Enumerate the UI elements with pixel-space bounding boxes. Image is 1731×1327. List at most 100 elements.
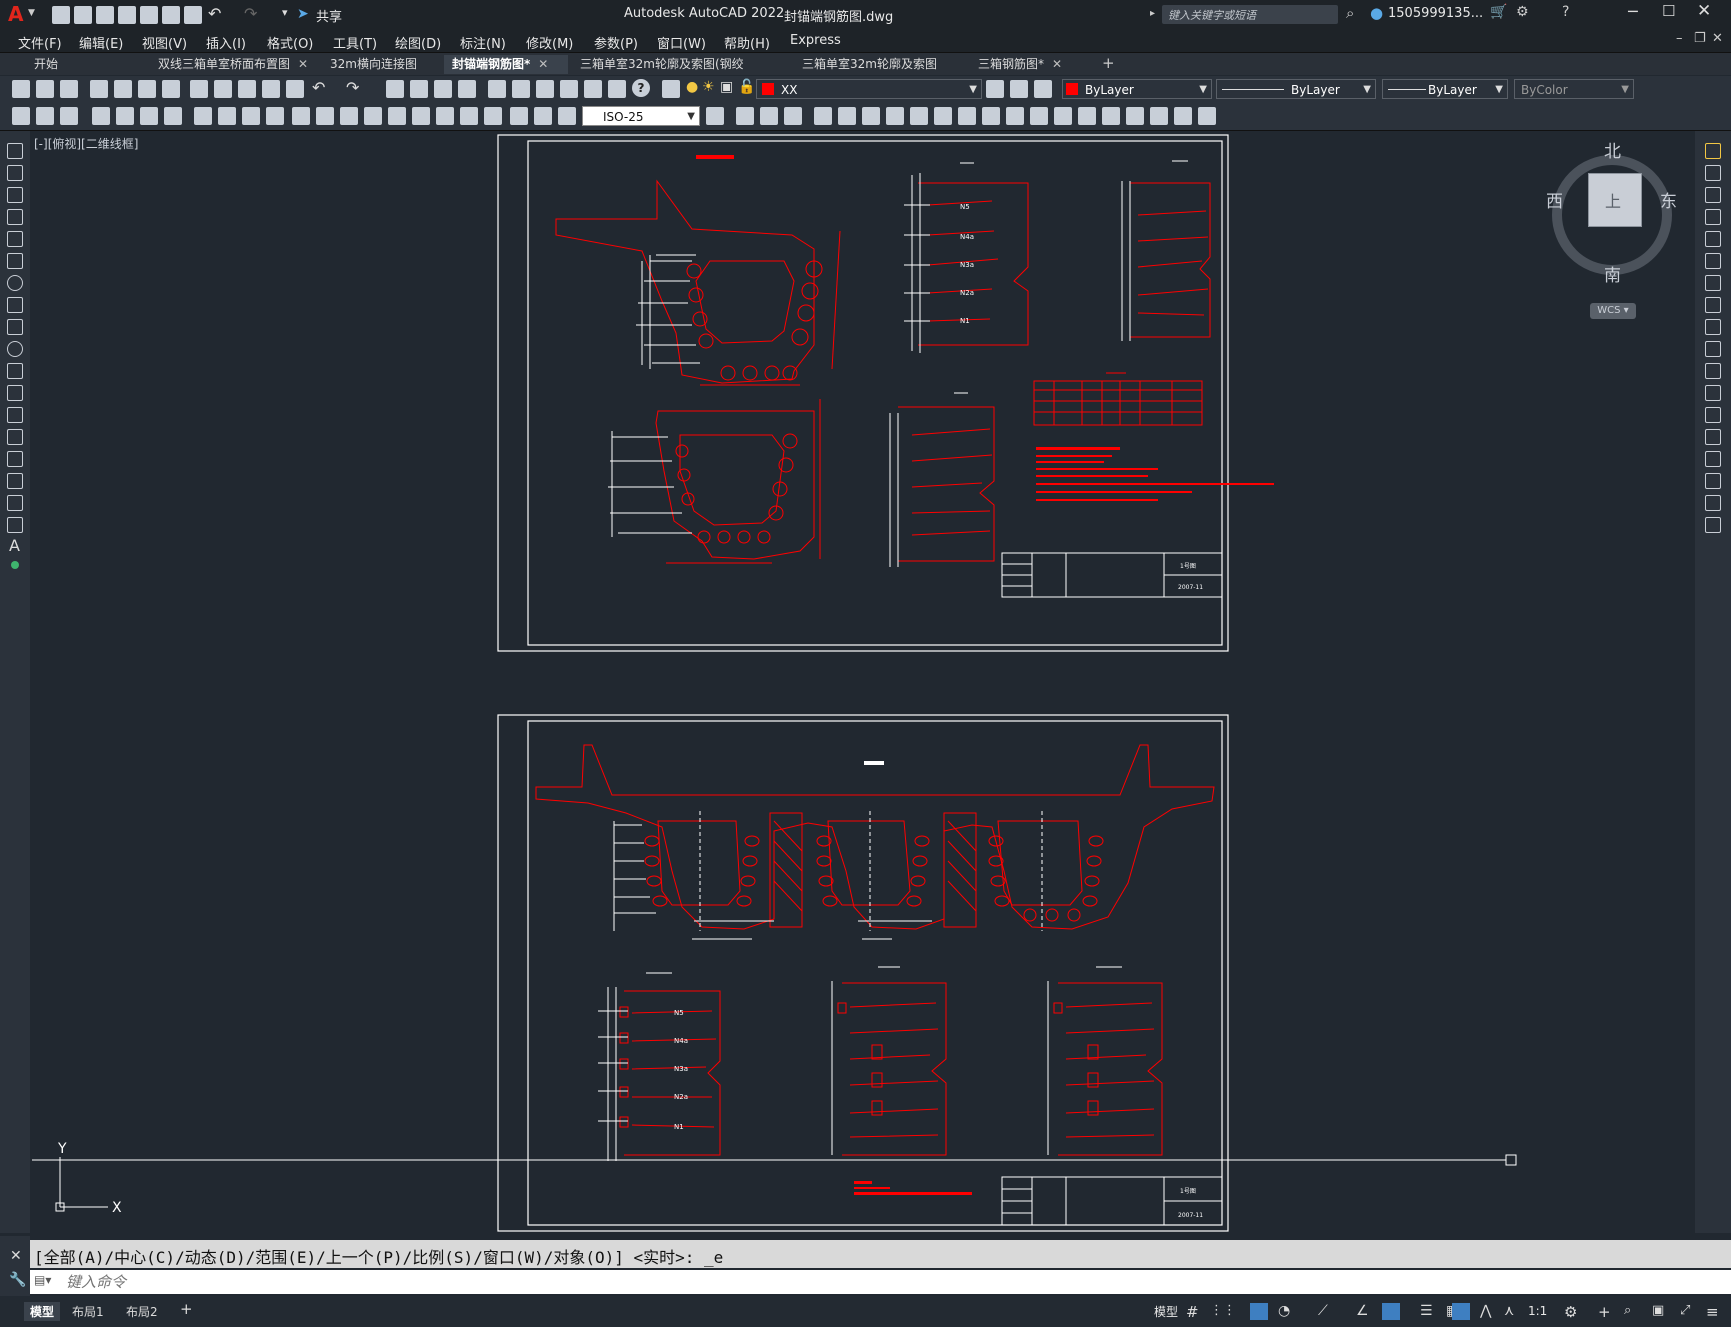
tab-outline-strand[interactable]: 三箱单室32m轮廓及索图(钢绞线)*✕ [572, 55, 790, 90]
isolate-objects-icon[interactable]: ▣ [1652, 1303, 1670, 1320]
layer-thaw-icon[interactable]: ☀ [702, 79, 715, 95]
offset-obj-icon[interactable] [784, 107, 802, 125]
drawing-canvas[interactable]: N4a N3a N2a N1 N5 1号图 2007-11 N5 N4a N3a… [32, 131, 1693, 1233]
edit-spline-icon[interactable] [1198, 107, 1216, 125]
array-right-icon[interactable] [1705, 231, 1721, 247]
break-point-icon[interactable] [1705, 385, 1721, 401]
revcloud-icon[interactable] [7, 297, 23, 313]
save-as-icon[interactable] [118, 6, 136, 24]
object-snap-tracking-icon[interactable]: ∠ [1356, 1303, 1374, 1320]
zoom-previous-icon[interactable] [458, 80, 476, 98]
menu-view[interactable]: 视图(V) [142, 33, 187, 52]
tab-close-icon[interactable]: ✕ [538, 57, 548, 71]
copy-obj-icon[interactable] [736, 107, 754, 125]
menu-draw[interactable]: 绘图(D) [395, 33, 441, 52]
ellipse-arc-icon[interactable] [7, 363, 23, 379]
radius-dim-icon[interactable] [194, 107, 212, 125]
make-current-layer-icon[interactable] [986, 80, 1004, 98]
viewcube-east[interactable]: 东 [1660, 187, 1677, 212]
search-expand-icon[interactable]: ▸ [1150, 8, 1155, 19]
annotation-scale-icon[interactable]: ⋏ [1504, 1303, 1522, 1320]
dim-break-icon[interactable] [388, 107, 406, 125]
command-line[interactable]: ▤▾ [30, 1270, 1731, 1294]
polar-icon[interactable]: ◔ [1278, 1303, 1296, 1320]
jogged-dim-icon[interactable] [218, 107, 236, 125]
move-right-icon[interactable] [1705, 253, 1721, 269]
tab-close-icon[interactable]: ✕ [298, 57, 308, 71]
extend-icon[interactable] [958, 107, 976, 125]
polyline-icon[interactable] [7, 187, 23, 203]
plot-toolbar-icon[interactable] [90, 80, 108, 98]
customization-icon[interactable]: ≡ [1706, 1303, 1724, 1321]
layer-lock-icon[interactable]: 🔓 [738, 79, 755, 95]
undo-toolbar-icon[interactable]: ↶ [312, 78, 325, 97]
customize-qat-icon[interactable]: ▾ [282, 6, 288, 19]
edit-polyline-icon[interactable] [1174, 107, 1192, 125]
tab-transverse-connection[interactable]: 32m横向连接图✕ [322, 55, 440, 90]
continue-dim-icon[interactable] [340, 107, 358, 125]
grip-box[interactable] [1505, 1154, 1517, 1166]
layer-dropdown[interactable]: XX ▼ [756, 79, 982, 99]
doc-restore-icon[interactable]: ❐ [1694, 31, 1706, 46]
clean-screen-icon[interactable]: ⤢ [1680, 1303, 1698, 1320]
zoom-realtime-icon[interactable] [410, 80, 428, 98]
design-center-icon[interactable] [512, 80, 530, 98]
layout-tab-model[interactable]: 模型 [24, 1302, 61, 1321]
layout-tab-layout2[interactable]: 布局2 [126, 1303, 158, 1320]
add-layout-icon[interactable]: + [180, 1300, 193, 1318]
line-icon[interactable] [7, 143, 23, 159]
minimize-icon[interactable]: ─ [1628, 2, 1638, 21]
workspace-gear-icon[interactable]: ⚙ [1564, 1303, 1582, 1321]
menu-window[interactable]: 窗口(W) [657, 33, 706, 52]
add-selected-icon[interactable] [11, 561, 19, 569]
ellipse-icon[interactable] [7, 341, 23, 357]
aligned-dim-icon[interactable] [116, 107, 134, 125]
trim-right-icon[interactable] [1705, 341, 1721, 357]
doc-close-icon[interactable]: ✕ [1712, 31, 1723, 46]
publish-icon[interactable] [138, 80, 156, 98]
explode-icon[interactable] [1102, 107, 1120, 125]
viewcube-south[interactable]: 南 [1604, 261, 1621, 286]
open-file-icon[interactable] [74, 6, 92, 24]
match-properties-icon[interactable] [262, 80, 280, 98]
chamfer-icon[interactable] [1030, 107, 1048, 125]
annotation-monitor-icon[interactable]: + [1598, 1303, 1616, 1321]
blend-icon[interactable] [1078, 107, 1096, 125]
menu-dimension[interactable]: 标注(N) [460, 33, 506, 52]
doc-minimize-icon[interactable]: – [1676, 31, 1683, 46]
rotate-icon[interactable] [862, 107, 880, 125]
menu-help[interactable]: 帮助(H) [724, 33, 770, 52]
object-snap-icon[interactable] [1382, 1303, 1400, 1320]
properties-icon[interactable] [488, 80, 506, 98]
menu-file[interactable]: 文件(F) [18, 33, 62, 52]
ordinate-dim-icon[interactable] [164, 107, 182, 125]
new-tab-icon[interactable]: + [1102, 54, 1115, 72]
zoom-window-icon[interactable] [434, 80, 452, 98]
annotation-scale-value[interactable]: 1:1 [1528, 1304, 1547, 1318]
scale-icon[interactable] [886, 107, 904, 125]
mirror-right-icon[interactable] [1705, 187, 1721, 203]
annotation-autoscale-icon[interactable]: ⋀ [1480, 1303, 1498, 1320]
tool-palettes-icon[interactable] [536, 80, 554, 98]
share-icon[interactable]: ➤ [297, 6, 309, 22]
dim-edit-icon[interactable] [510, 107, 528, 125]
rotate-right-icon[interactable] [1705, 275, 1721, 291]
model-space-button[interactable]: 模型 [1154, 1303, 1178, 1320]
viewcube-north[interactable]: 北 [1604, 137, 1621, 162]
redo-icon[interactable]: ↷ [244, 4, 257, 23]
move-icon[interactable] [838, 107, 856, 125]
dim-style-manager-icon[interactable] [706, 107, 724, 125]
viewcube-top-face[interactable]: 上 [1588, 173, 1642, 227]
tolerance-icon[interactable] [412, 107, 430, 125]
plot-preview-icon[interactable] [114, 80, 132, 98]
open-web-icon[interactable] [140, 6, 158, 24]
lengthen-icon[interactable] [1150, 107, 1168, 125]
group-icon[interactable] [36, 107, 54, 125]
save-toolbar-icon[interactable] [60, 80, 78, 98]
app-menu-chevron-icon[interactable]: ▼ [28, 8, 35, 18]
inspection-icon[interactable] [460, 107, 478, 125]
dimstyle-dropdown[interactable]: ISO-25 ▼ [582, 106, 700, 126]
offset-right-icon[interactable] [1705, 209, 1721, 225]
draw-order-icon[interactable] [12, 107, 30, 125]
layer-previous-icon[interactable] [1010, 80, 1028, 98]
